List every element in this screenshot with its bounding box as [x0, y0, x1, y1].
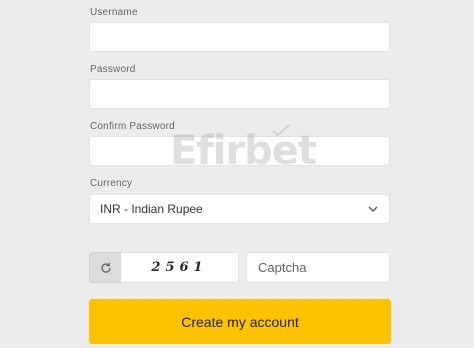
currency-selected-value: INR - Indian Rupee — [100, 202, 203, 216]
watermark-check-icon — [272, 124, 290, 136]
currency-select[interactable]: INR - Indian Rupee — [89, 194, 390, 224]
confirm-password-label: Confirm Password — [90, 121, 175, 132]
registration-form: Username Password Confirm Password Curre… — [0, 0, 474, 348]
create-account-button[interactable]: Create my account — [89, 299, 391, 344]
confirm-password-input[interactable] — [89, 136, 390, 166]
captcha-input[interactable] — [246, 252, 390, 283]
currency-label: Currency — [90, 178, 133, 189]
refresh-icon — [101, 262, 111, 273]
password-label: Password — [90, 64, 136, 75]
username-input[interactable] — [89, 22, 390, 52]
captcha-refresh-button[interactable] — [89, 252, 122, 283]
chevron-down-icon — [368, 206, 378, 212]
password-input[interactable] — [89, 79, 390, 109]
captcha-code: 2561 — [151, 260, 208, 275]
captcha-image: 2561 — [121, 252, 239, 283]
username-label: Username — [90, 7, 138, 18]
